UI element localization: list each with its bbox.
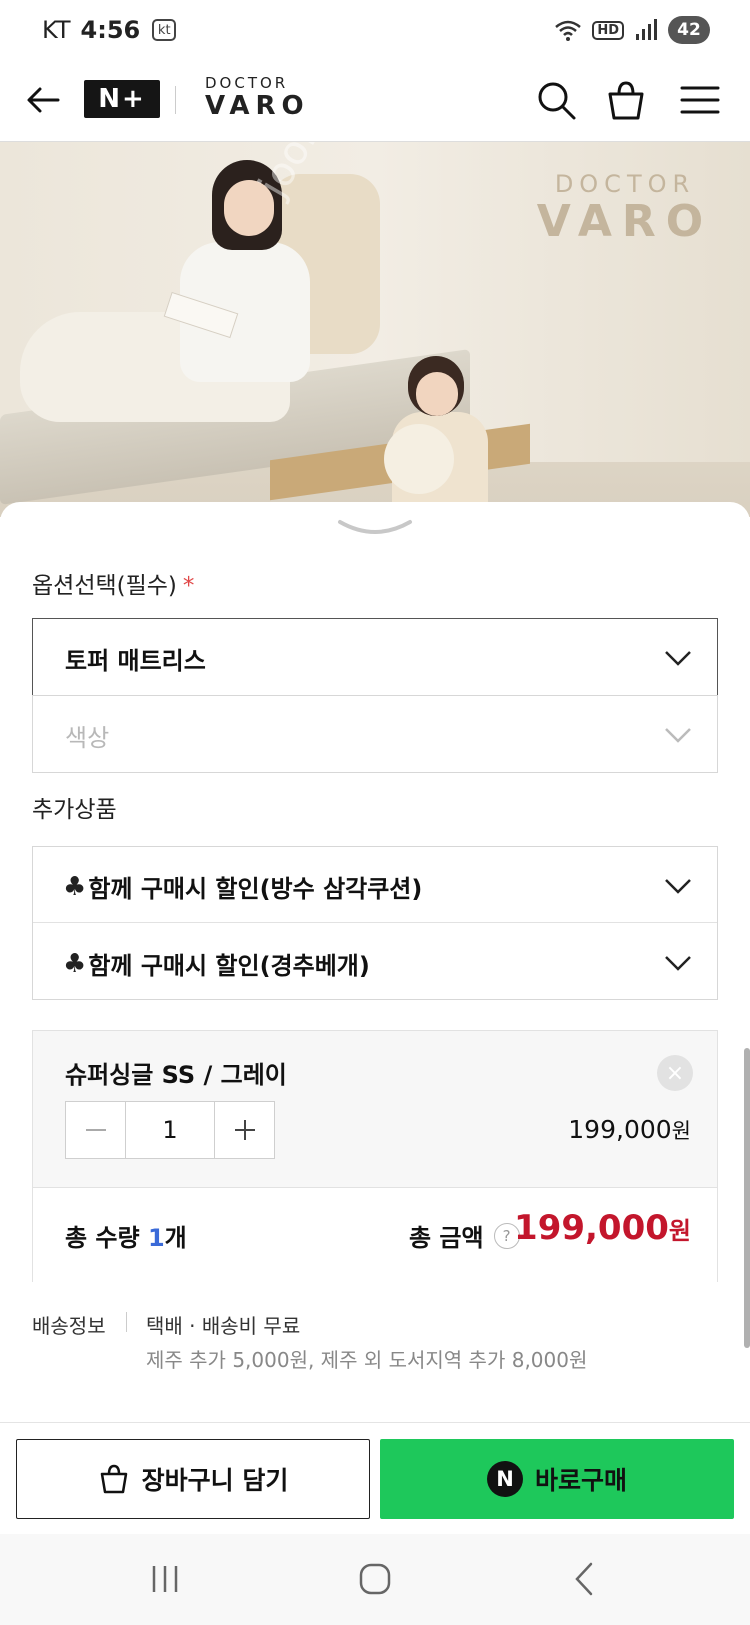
hd-badge-icon: HD (592, 20, 624, 40)
addon-label: 함께 구매시 할인(방수 삼각쿠션) (88, 875, 423, 903)
wifi-icon (555, 20, 582, 41)
brand-logo-top: DOCTOR (205, 74, 289, 92)
app-header: N+ DOCTOR VARO (0, 62, 750, 142)
chevron-down-icon (665, 728, 691, 743)
quantity-decrease-button[interactable] (66, 1102, 126, 1158)
shopping-bag-icon[interactable] (604, 78, 648, 122)
carrier-label: KT (42, 16, 71, 44)
total-amount-unit: 원 (668, 1217, 691, 1245)
chevron-down-icon (665, 956, 691, 971)
hero-product-image: DOCTOR VARO joonggonara (0, 142, 750, 517)
option-bottom-sheet: 옵션선택(필수) * 토퍼 매트리스 색상 추가상품 ♣ 함께 구매시 할인(방수 … (0, 502, 750, 1532)
buy-now-label: 바로구매 (534, 1466, 627, 1495)
back-chevron-icon[interactable] (560, 1556, 610, 1602)
hero-child-face (416, 372, 458, 416)
quantity-value[interactable]: 1 (126, 1102, 214, 1158)
plus-icon (234, 1120, 255, 1140)
option-label-text: 옵션선택(필수) (32, 573, 177, 599)
option-select-color[interactable]: 색상 (32, 695, 718, 773)
addon-select-group: ♣ 함께 구매시 할인(방수 삼각쿠션) ♣ 함께 구매시 할인(경추베개) (32, 846, 718, 1000)
selected-item-name: 슈퍼싱글 SS / 그레이 (65, 1061, 287, 1089)
addon-select-cushion[interactable]: ♣ 함께 구매시 할인(방수 삼각쿠션) (33, 847, 717, 923)
battery-indicator: 42 (668, 16, 710, 44)
color-select-placeholder: 색상 (65, 724, 110, 752)
option-section-label: 옵션선택(필수) * (32, 566, 194, 600)
total-amount: 199,000원 (514, 1208, 691, 1248)
nplus-logo[interactable]: N+ (84, 80, 160, 118)
total-qty-value: 1 (147, 1224, 165, 1252)
shipping-extra-fee: 제주 추가 5,000원, 제주 외 도서지역 추가 8,000원 (146, 1348, 588, 1372)
search-icon[interactable] (534, 78, 578, 122)
total-amount-label: 총 금액 ? (409, 1218, 520, 1253)
total-qty-label: 총 수량 (65, 1224, 140, 1252)
total-summary: 총 수량 1개 총 금액 ? 199,000원 (33, 1188, 717, 1282)
scrollbar[interactable] (744, 1048, 750, 1348)
purchase-action-bar: 장바구니 담기 N 바로구매 (0, 1422, 750, 1534)
logo-divider (175, 86, 176, 114)
shipping-divider (126, 1312, 127, 1332)
option-select-type[interactable]: 토퍼 매트리스 (32, 618, 718, 696)
hamburger-menu-icon[interactable] (678, 78, 722, 122)
item-price-unit: 원 (671, 1119, 691, 1143)
selected-item-card: 슈퍼싱글 SS / 그레이 × 1 199,000원 총 수량 1개 총 금액 … (32, 1030, 718, 1282)
addon-label: 함께 구매시 할인(경추베개) (88, 952, 370, 980)
quantity-stepper: 1 (65, 1101, 275, 1159)
brand-logo[interactable]: DOCTOR VARO (205, 74, 315, 120)
total-quantity: 총 수량 1개 (65, 1218, 187, 1253)
total-amount-label-text: 총 금액 (409, 1224, 484, 1252)
chevron-down-icon (665, 651, 691, 666)
shipping-label: 배송정보 (32, 1314, 106, 1338)
add-to-cart-label: 장바구니 담기 (141, 1466, 289, 1495)
status-right: HD 42 (554, 16, 710, 44)
hero-brand-logo: DOCTOR VARO (520, 170, 730, 246)
addon-section-label: 추가상품 (32, 797, 117, 823)
minus-icon (85, 1129, 106, 1131)
selected-item-price: 199,000원 (568, 1115, 691, 1145)
system-nav-bar (0, 1534, 750, 1625)
kt-badge-icon: kt (152, 19, 177, 41)
quantity-increase-button[interactable] (214, 1102, 274, 1158)
status-left: KT 4:56 kt (42, 16, 177, 44)
total-amount-value: 199,000 (514, 1208, 669, 1248)
remove-item-close-icon[interactable]: × (657, 1055, 693, 1091)
back-arrow-icon[interactable] (24, 80, 64, 120)
addon-select-pillow[interactable]: ♣ 함께 구매시 할인(경추베개) (33, 924, 717, 1000)
addon-option: ♣ 함께 구매시 할인(경추베개) (63, 946, 370, 981)
hero-brand-top: DOCTOR (554, 170, 696, 198)
buy-now-button[interactable]: N 바로구매 (380, 1439, 734, 1519)
shipping-method: 택배 · 배송비 무료 (146, 1314, 301, 1338)
hero-brand-bottom: VARO (536, 196, 714, 247)
addon-option: ♣ 함께 구매시 할인(방수 삼각쿠션) (63, 869, 422, 904)
sheet-collapse-handle-icon[interactable] (336, 516, 414, 538)
option-select-value: 토퍼 매트리스 (65, 647, 206, 675)
chevron-down-icon (665, 879, 691, 894)
item-price-value: 199,000 (568, 1115, 672, 1144)
club-icon: ♣ (63, 871, 87, 902)
total-qty-unit: 개 (164, 1224, 187, 1252)
signal-icon (636, 19, 657, 40)
naver-pay-icon: N (486, 1461, 523, 1497)
recent-apps-icon[interactable] (140, 1556, 190, 1602)
brand-logo-bottom: VARO (205, 91, 310, 121)
home-icon[interactable] (350, 1556, 400, 1602)
add-to-cart-button[interactable]: 장바구니 담기 (16, 1439, 370, 1519)
status-bar: KT 4:56 kt HD 42 (0, 0, 750, 62)
club-icon: ♣ (63, 948, 87, 979)
hero-plush-toy (384, 424, 454, 494)
shopping-bag-icon (100, 1464, 127, 1494)
required-mark: * (182, 573, 195, 599)
status-time: 4:56 (80, 16, 141, 44)
